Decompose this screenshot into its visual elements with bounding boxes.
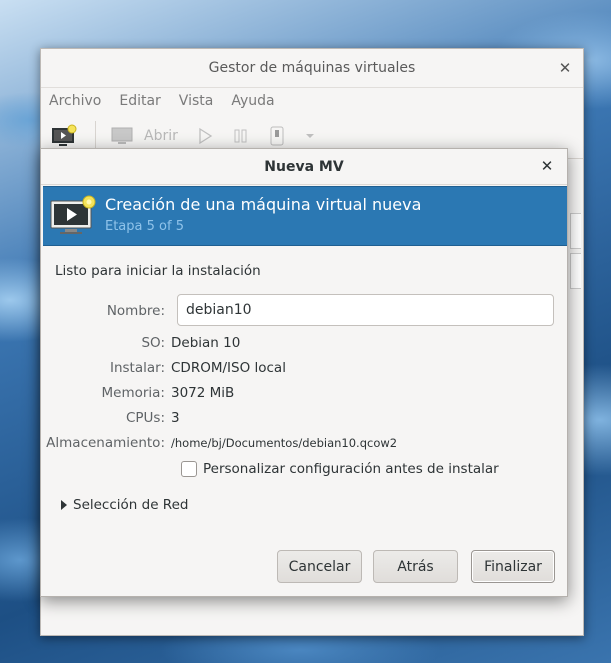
pause-icon[interactable] <box>232 127 250 145</box>
banner-step: Etapa 5 of 5 <box>105 219 184 234</box>
summary-row-storage: Almacenamiento: /home/bj/Documentos/debi… <box>41 433 397 453</box>
new-vm-icon[interactable] <box>51 124 77 148</box>
storage-value: /home/bj/Documentos/debian10.qcow2 <box>171 436 398 450</box>
memory-value: 3072 MiB <box>171 385 235 401</box>
play-icon[interactable] <box>196 127 214 145</box>
network-expander[interactable]: Selección de Red <box>61 497 188 513</box>
menu-archivo[interactable]: Archivo <box>49 93 101 109</box>
summary-row-os: SO: Debian 10 <box>41 333 240 353</box>
vm-list-row[interactable] <box>570 213 581 249</box>
shutdown-icon[interactable] <box>268 126 286 146</box>
dialog-titlebar: Nueva MV ✕ <box>41 149 567 185</box>
checkbox-box[interactable] <box>181 461 197 477</box>
dialog-title: Nueva MV <box>264 158 344 175</box>
summary-row-install: Instalar: CDROM/ISO local <box>41 358 286 378</box>
expander-arrow-icon <box>61 500 67 510</box>
monitor-icon <box>111 127 133 144</box>
customize-label: Personalizar configuración antes de inst… <box>203 461 499 477</box>
vm-list-row[interactable] <box>570 253 581 289</box>
summary-row-memory: Memoria: 3072 MiB <box>41 383 235 403</box>
storage-label: Almacenamiento: <box>46 435 165 451</box>
install-value: CDROM/ISO local <box>171 360 286 376</box>
back-button[interactable]: Atrás <box>373 550 458 583</box>
menu-editar[interactable]: Editar <box>119 93 160 109</box>
name-row: Nombre: <box>41 301 171 321</box>
wizard-banner: Creación de una máquina virtual nueva Et… <box>43 186 567 246</box>
ready-message: Listo para iniciar la instalación <box>55 263 261 279</box>
open-label: Abrir <box>144 128 178 144</box>
cancel-button[interactable]: Cancelar <box>277 550 362 583</box>
main-window-title: Gestor de máquinas virtuales <box>208 60 416 76</box>
menu-vista[interactable]: Vista <box>179 93 214 109</box>
new-vm-monitor-icon <box>50 195 96 234</box>
install-label: Instalar: <box>109 360 165 376</box>
open-button[interactable]: Abrir <box>110 125 178 147</box>
dialog-close-icon[interactable]: ✕ <box>537 156 557 176</box>
cpus-label: CPUs: <box>125 410 165 426</box>
banner-title: Creación de una máquina virtual nueva <box>105 195 422 214</box>
os-value: Debian 10 <box>171 335 241 351</box>
cpus-value: 3 <box>171 410 180 426</box>
os-label: SO: <box>141 335 165 351</box>
new-vm-dialog: Nueva MV ✕ Creación de una máquina virtu… <box>40 148 568 597</box>
menu-ayuda[interactable]: Ayuda <box>231 93 274 109</box>
main-titlebar: Gestor de máquinas virtuales ✕ <box>41 49 583 88</box>
customize-checkbox[interactable]: Personalizar configuración antes de inst… <box>181 461 499 477</box>
main-close-icon[interactable]: ✕ <box>555 58 575 78</box>
toolbar-separator <box>95 121 96 151</box>
memory-label: Memoria: <box>101 385 166 401</box>
name-label: Nombre: <box>106 303 165 319</box>
menubar: Archivo Editar Vista Ayuda <box>41 88 583 114</box>
finish-button[interactable]: Finalizar <box>471 550 555 583</box>
name-input[interactable] <box>177 294 554 326</box>
network-label: Selección de Red <box>73 497 189 513</box>
summary-row-cpus: CPUs: 3 <box>41 408 180 428</box>
dropdown-arrow-icon[interactable] <box>304 130 316 142</box>
